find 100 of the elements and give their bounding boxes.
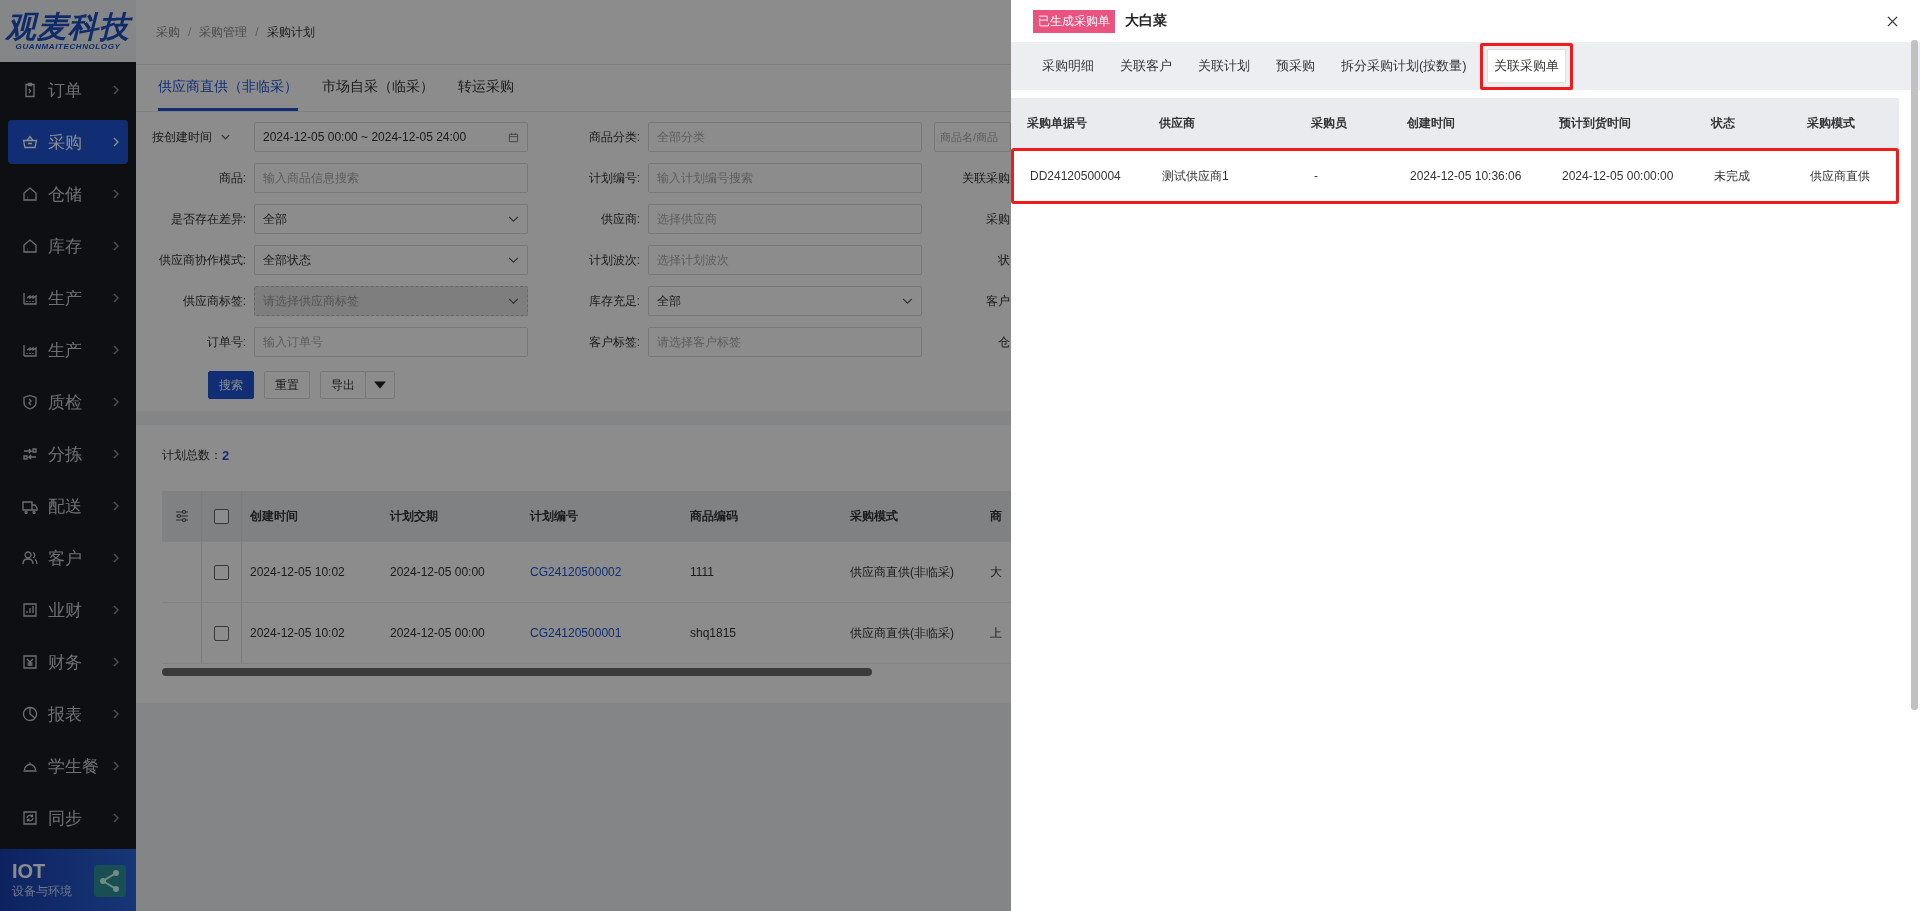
- chevron-right-icon: [112, 708, 120, 720]
- sidebar-item[interactable]: 业财: [8, 588, 128, 632]
- sidebar-item[interactable]: 配送: [8, 484, 128, 528]
- date-range-field[interactable]: 2024-12-05 00:00 ~ 2024-12-05 24:00: [254, 122, 528, 152]
- select-field[interactable]: 全部: [648, 286, 922, 316]
- chevron-right-icon: [112, 136, 120, 148]
- sidebar-item[interactable]: 分拣: [8, 432, 128, 476]
- column-header: 采购员: [1311, 115, 1347, 130]
- tab[interactable]: 供应商直供（非临采）: [158, 65, 298, 111]
- sidebar-item[interactable]: 生产: [8, 328, 128, 372]
- truck-icon: [22, 498, 38, 514]
- table-cell: 2024-12-05 00:00:00: [1562, 169, 1674, 183]
- select-field[interactable]: 全部: [254, 204, 528, 234]
- chevron-down-icon: [220, 133, 231, 141]
- tab[interactable]: 采购明细: [1035, 49, 1101, 83]
- select-field[interactable]: 全部状态: [254, 245, 528, 275]
- count-value: 2: [222, 447, 230, 463]
- table-cell: 2024-12-05 00:00: [390, 565, 485, 579]
- column-header: 创建时间: [250, 507, 298, 525]
- table-cell: 2024-12-05 00:00: [390, 626, 485, 640]
- sidebar-item[interactable]: 订单: [8, 68, 128, 112]
- calendar-icon: [508, 131, 519, 143]
- table-cell: 1111: [690, 565, 715, 579]
- table-cell: 测试供应商1: [1162, 168, 1229, 183]
- close-icon[interactable]: [1887, 15, 1898, 27]
- tab[interactable]: 关联客户: [1113, 49, 1179, 83]
- tab[interactable]: 市场自采（临采）: [322, 65, 434, 111]
- column-header: 创建时间: [1407, 115, 1455, 130]
- field-label: 供应商协作模式:: [157, 251, 246, 269]
- tab[interactable]: 拆分采购计划(按数量): [1334, 49, 1474, 83]
- scrollbar[interactable]: [162, 668, 872, 676]
- settings-icon[interactable]: [173, 508, 190, 524]
- tab[interactable]: 关联计划: [1191, 49, 1257, 83]
- chevron-down-icon: [508, 297, 519, 305]
- table-cell: 供应商直供: [1810, 168, 1870, 183]
- pie-chart-icon: [22, 706, 38, 722]
- tab[interactable]: 预采购: [1269, 49, 1322, 83]
- row-checkbox[interactable]: [214, 625, 229, 641]
- chevron-right-icon: [112, 812, 120, 824]
- backdrop-overlay[interactable]: [0, 0, 1011, 911]
- breadcrumb-item[interactable]: 采购管理: [199, 23, 248, 41]
- iot-banner[interactable]: IOT 设备与环境: [0, 849, 136, 911]
- status-tag: 已生成采购单: [1033, 9, 1115, 33]
- tab[interactable]: 转运采购: [458, 65, 514, 111]
- person-icon: [22, 550, 38, 566]
- house-icon: [22, 238, 38, 254]
- table-cell: 供应商直供(非临采): [850, 563, 954, 581]
- field-label: 供应商:: [599, 210, 640, 228]
- sidebar-item[interactable]: 学生餐: [8, 744, 128, 788]
- sidebar-item[interactable]: 财务: [8, 640, 128, 684]
- sidebar-item[interactable]: 报表: [8, 692, 128, 736]
- sidebar-item[interactable]: 仓储: [8, 172, 128, 216]
- breadcrumb-item[interactable]: 采购计划: [266, 23, 315, 41]
- column-header: 采购模式: [850, 507, 898, 525]
- chevron-right-icon: [112, 552, 120, 564]
- bar-chart-icon: [22, 602, 38, 618]
- search-button[interactable]: 搜索: [208, 371, 254, 399]
- drawer-title: 大白菜: [1125, 12, 1168, 30]
- sidebar-item[interactable]: 质检: [8, 380, 128, 424]
- house-icon: [22, 186, 38, 202]
- field-label: 订单号:: [205, 333, 246, 351]
- field-label: 客户: [986, 292, 1011, 310]
- scrollbar[interactable]: [1911, 40, 1918, 710]
- column-header: 采购模式: [1807, 115, 1855, 130]
- dropdown[interactable]: 按创建时间: [152, 128, 246, 146]
- table-cell: 2024-12-05 10:36:06: [1410, 169, 1522, 183]
- chevron-right-icon: [112, 760, 120, 772]
- clipboard-icon: [22, 82, 38, 98]
- sidebar-item[interactable]: 同步: [8, 796, 128, 840]
- reset-button[interactable]: 重置: [264, 371, 310, 399]
- column-header: 预计到货时间: [1559, 115, 1631, 130]
- dropdown-button[interactable]: [365, 371, 395, 399]
- sidebar-item[interactable]: 采购: [8, 120, 128, 164]
- chevron-right-icon: [112, 448, 120, 460]
- sidebar-item[interactable]: 生产: [8, 276, 128, 320]
- breadcrumb-item[interactable]: 采购: [156, 23, 180, 41]
- shield-icon: [22, 394, 38, 410]
- plan-number-link[interactable]: CG24120500002: [530, 565, 622, 579]
- refresh-icon: [22, 810, 38, 826]
- factory-icon: [22, 342, 38, 358]
- table-cell: shq1815: [690, 626, 737, 640]
- caret-down-icon: [374, 381, 386, 389]
- export-button[interactable]: 导出: [320, 371, 366, 399]
- count-label: 计划总数：: [162, 446, 222, 464]
- row-checkbox[interactable]: [214, 564, 229, 580]
- table-cell: 供应商直供(非临采): [850, 624, 954, 642]
- table-cell: DD24120500004: [1030, 169, 1121, 183]
- select-all-checkbox[interactable]: [214, 508, 229, 524]
- arrows-icon: [22, 446, 38, 462]
- column-header: 计划交期: [390, 507, 438, 525]
- sidebar-item[interactable]: 库存: [8, 224, 128, 268]
- logo: 观麦科技 GUANMAITECHNOLOGY: [0, 0, 136, 62]
- sidebar-item[interactable]: 客户: [8, 536, 128, 580]
- plan-number-link[interactable]: CG24120500001: [530, 626, 622, 640]
- field-label: 客户标签:: [587, 333, 640, 351]
- field-label: 是否存在差异:: [169, 210, 246, 228]
- chevron-down-icon: [508, 256, 519, 264]
- tab[interactable]: 关联采购单: [1486, 48, 1566, 83]
- table-cell: 未完成: [1714, 168, 1750, 183]
- chevron-right-icon: [112, 292, 120, 304]
